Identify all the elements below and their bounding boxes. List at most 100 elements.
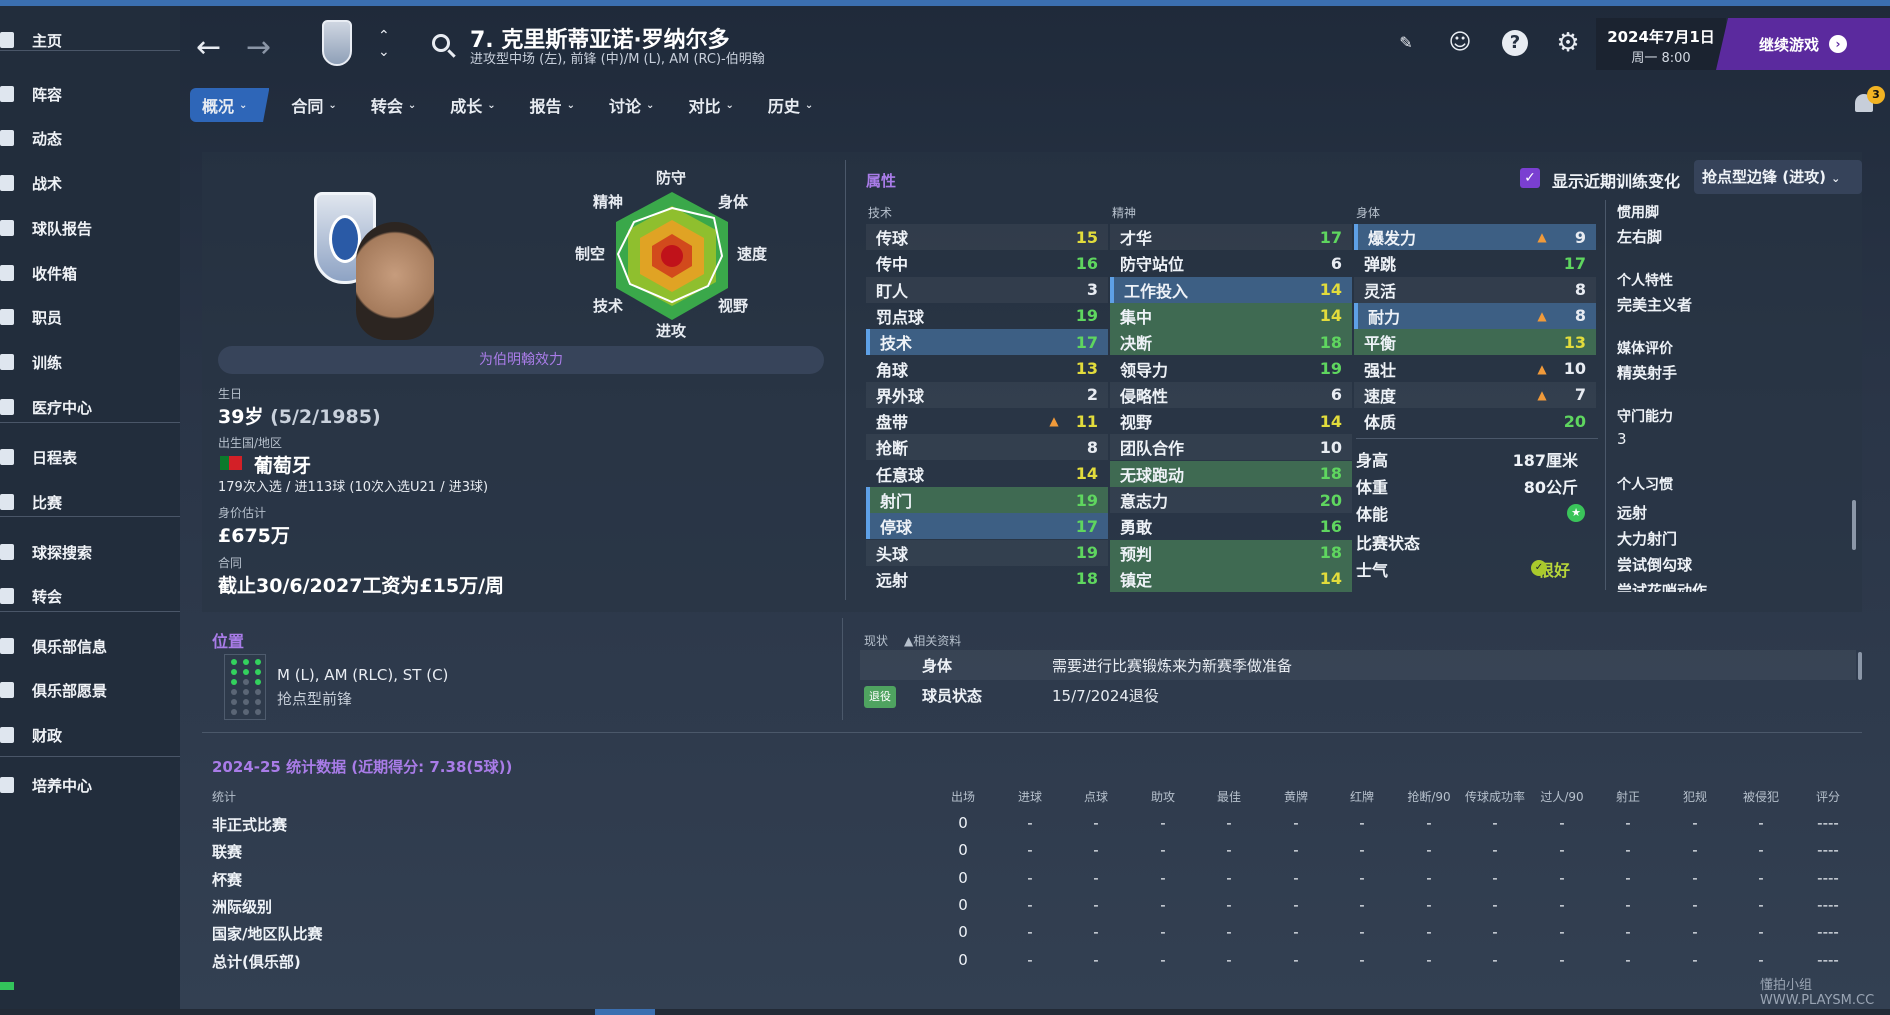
scout-icon[interactable]: ☺ xyxy=(1447,30,1473,56)
attribute-row[interactable]: 领导力 19 xyxy=(1110,356,1352,382)
tab-4[interactable]: 报告 ⌄ xyxy=(518,88,587,122)
sidebar-item-4[interactable]: 球队报告 xyxy=(0,208,180,248)
continue-button[interactable]: 继续游戏 › xyxy=(1716,18,1890,70)
stats-cell: - xyxy=(1226,923,1232,942)
attribute-row[interactable]: 传中 16 xyxy=(866,250,1108,276)
tab-1[interactable]: 合同 ⌄ xyxy=(279,88,348,122)
stats-column-header[interactable]: 助攻 xyxy=(1130,788,1196,805)
sidebar-item-11[interactable]: 球探搜索 xyxy=(0,532,180,572)
stats-column-header[interactable]: 出场 xyxy=(930,788,996,805)
attribute-row[interactable]: 罚点球 19 xyxy=(866,303,1108,329)
stats-column-header[interactable]: 点球 xyxy=(1063,788,1129,805)
attribute-row[interactable]: 镇定 14 xyxy=(1110,565,1352,592)
attribute-row[interactable]: 勇敢 16 xyxy=(1110,513,1352,539)
stats-column-header[interactable]: 最佳 xyxy=(1196,788,1262,805)
attribute-row[interactable]: 任意球 14 xyxy=(866,461,1108,487)
sidebar-item-5[interactable]: 收件箱 xyxy=(0,253,180,293)
sidebar-item-12[interactable]: 转会 xyxy=(0,576,180,616)
attribute-row[interactable]: 预判 18 xyxy=(1110,539,1352,566)
habits-scrollbar[interactable] xyxy=(1852,500,1856,550)
attribute-row[interactable]: 侵略性 6 xyxy=(1110,381,1352,408)
stats-column-header[interactable]: 黄牌 xyxy=(1263,788,1329,805)
help-icon[interactable]: ? xyxy=(1502,30,1528,56)
attribute-row[interactable]: 团队合作 10 xyxy=(1110,434,1352,461)
back-arrow-icon[interactable]: ← xyxy=(196,30,221,65)
sidebar-item-13[interactable]: 俱乐部信息 xyxy=(0,626,180,666)
edit-icon[interactable]: ✎ xyxy=(1393,30,1419,56)
stats-column-header[interactable]: 过人/90 xyxy=(1529,788,1595,805)
habits-list[interactable]: 远射 大力射门 尝试倒勾球 尝试花哨动作 xyxy=(1617,500,1847,592)
attribute-row[interactable]: 抢断 8 xyxy=(866,434,1108,461)
sidebar-item-7[interactable]: 训练 xyxy=(0,342,180,382)
attribute-name: 头球 xyxy=(876,544,909,564)
attribute-row[interactable]: 爆发力 ▲ 9 xyxy=(1354,224,1596,250)
attribute-row[interactable]: 盘带 ▲ 11 xyxy=(866,408,1108,434)
sidebar-item-16[interactable]: 培养中心 xyxy=(0,765,180,805)
habit-item: 尝试花哨动作 xyxy=(1617,582,1708,592)
attribute-row[interactable]: 速度 ▲ 7 xyxy=(1354,381,1596,408)
forward-arrow-icon[interactable]: → xyxy=(246,30,271,65)
value-label: 身价估计 xyxy=(218,506,267,520)
attribute-row[interactable]: 远射 18 xyxy=(866,566,1108,592)
stats-cell: - xyxy=(1758,868,1764,887)
sidebar-item-2[interactable]: 动态 xyxy=(0,118,180,158)
attribute-row[interactable]: 界外球 2 xyxy=(866,381,1108,408)
sidebar-item-14[interactable]: 俱乐部愿景 xyxy=(0,670,180,710)
attribute-row[interactable]: 耐力 ▲ 8 xyxy=(1354,302,1596,329)
attribute-row[interactable]: 平衡 13 xyxy=(1354,329,1596,356)
attribute-row[interactable]: 视野 14 xyxy=(1110,408,1352,434)
sidebar-item-0[interactable]: 主页 xyxy=(0,20,180,60)
stats-column-header[interactable]: 进球 xyxy=(997,788,1063,805)
notifications-bell-icon[interactable]: 3 xyxy=(1855,86,1885,112)
attribute-row[interactable]: 角球 13 xyxy=(866,356,1108,382)
gear-icon[interactable]: ⚙ xyxy=(1555,30,1581,56)
attribute-row[interactable]: 弹跳 17 xyxy=(1354,250,1596,276)
attribute-row[interactable]: 头球 19 xyxy=(866,539,1108,566)
stats-column-header[interactable]: 被侵犯 xyxy=(1728,788,1794,805)
attribute-row[interactable]: 盯人 3 xyxy=(866,276,1108,303)
stats-column-header[interactable]: 评分 xyxy=(1795,788,1861,805)
attribute-row[interactable]: 集中 14 xyxy=(1110,302,1352,329)
attribute-row[interactable]: 无球跑动 18 xyxy=(1110,460,1352,487)
tab-3[interactable]: 成长 ⌄ xyxy=(438,88,507,122)
tab-0[interactable]: 概况 ⌄ xyxy=(190,88,270,122)
attribute-row[interactable]: 意志力 20 xyxy=(1110,487,1352,513)
attribute-row[interactable]: 工作投入 14 xyxy=(1110,276,1352,303)
attribute-row[interactable]: 射门 19 xyxy=(866,487,1108,513)
stats-column-header[interactable]: 传球成功率 xyxy=(1462,788,1528,805)
show-changes-checkbox[interactable]: ✓ xyxy=(1520,168,1540,188)
attribute-row[interactable]: 停球 17 xyxy=(866,513,1108,540)
nationality-value[interactable]: 葡萄牙 xyxy=(254,451,311,478)
attribute-row[interactable]: 灵活 8 xyxy=(1354,276,1596,303)
plays-for-club-link[interactable]: 为伯明翰效力 xyxy=(218,346,824,374)
attribute-row[interactable]: 体质 20 xyxy=(1354,408,1596,434)
club-crest-icon[interactable] xyxy=(322,20,352,66)
sidebar-item-15[interactable]: 财政 xyxy=(0,715,180,755)
tab-7[interactable]: 历史 ⌄ xyxy=(756,88,825,122)
date-display[interactable]: 2024年7月1日 周一 8:00 xyxy=(1596,18,1726,70)
tab-5[interactable]: 讨论 ⌄ xyxy=(597,88,666,122)
sidebar-item-9[interactable]: 日程表 xyxy=(0,437,180,477)
sidebar-item-label: 动态 xyxy=(32,129,63,148)
sidebar-item-6[interactable]: 职员 xyxy=(0,297,180,337)
attribute-row[interactable]: 才华 17 xyxy=(1110,224,1352,250)
stats-column-header[interactable]: 红牌 xyxy=(1329,788,1395,805)
attribute-row[interactable]: 技术 17 xyxy=(866,329,1108,356)
search-icon[interactable] xyxy=(432,34,450,52)
attribute-row[interactable]: 决断 18 xyxy=(1110,329,1352,356)
attribute-row[interactable]: 防守站位 6 xyxy=(1110,250,1352,276)
sidebar-item-1[interactable]: 阵容 xyxy=(0,74,180,114)
stats-column-header[interactable]: 射正 xyxy=(1595,788,1661,805)
sidebar-item-8[interactable]: 医疗中心 xyxy=(0,387,180,427)
tab-6[interactable]: 对比 ⌄ xyxy=(676,88,745,122)
attribute-row[interactable]: 传球 15 xyxy=(866,224,1108,250)
status-scrollbar[interactable] xyxy=(1858,652,1862,680)
role-dropdown[interactable]: 抢点型边锋 (进攻) ⌄ xyxy=(1694,160,1862,194)
sidebar-item-3[interactable]: 战术 xyxy=(0,163,180,203)
related-info-toggle[interactable]: ▲相关资料 xyxy=(904,632,961,649)
stats-column-header[interactable]: 犯规 xyxy=(1662,788,1728,805)
tab-2[interactable]: 转会 ⌄ xyxy=(359,88,428,122)
player-switch-arrows[interactable]: ⌃ ⌄ xyxy=(378,28,390,60)
stats-column-header[interactable]: 抢断/90 xyxy=(1396,788,1462,805)
attribute-row[interactable]: 强壮 ▲ 10 xyxy=(1354,356,1596,382)
